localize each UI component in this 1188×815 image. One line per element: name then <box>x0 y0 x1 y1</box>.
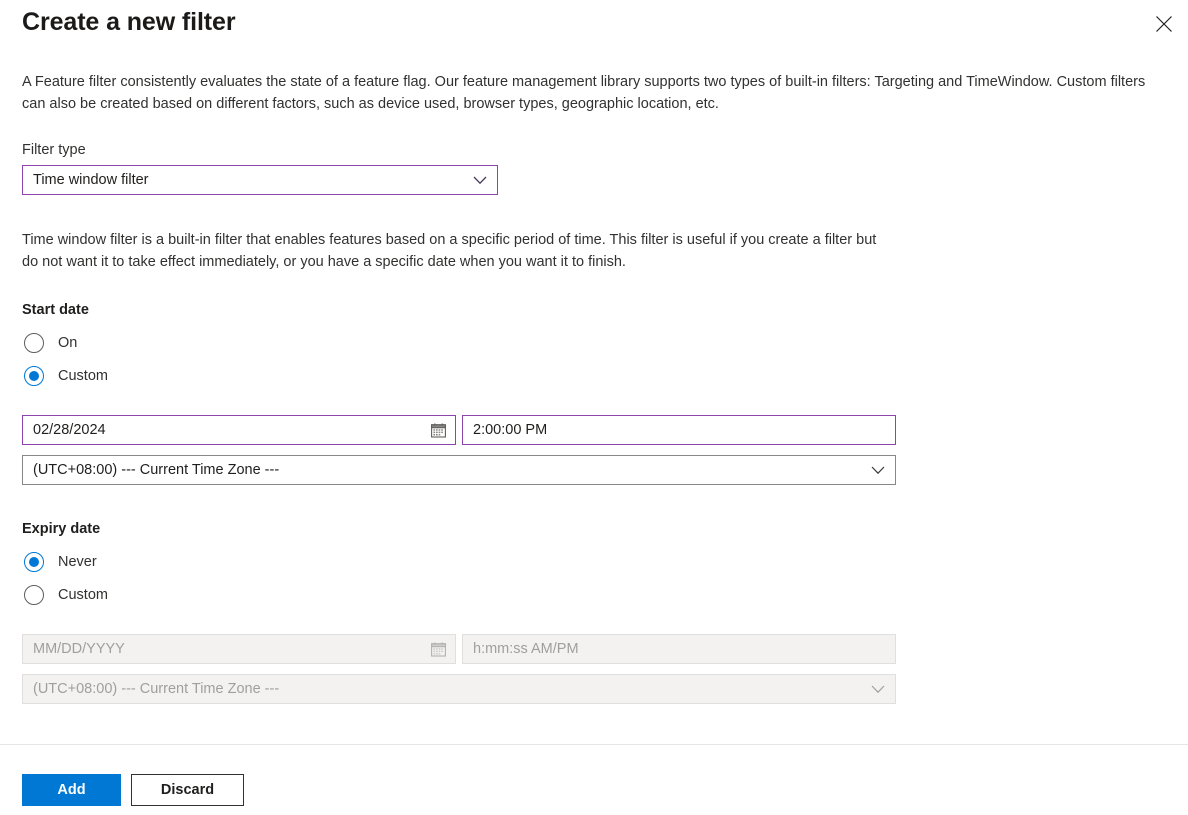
start-date-radio-on[interactable]: On <box>24 330 77 356</box>
discard-button[interactable]: Discard <box>131 774 244 806</box>
calendar-icon-glyph <box>430 642 446 657</box>
filter-type-description: Time window filter is a built-in filter … <box>22 232 877 270</box>
expiry-date-radio-custom-label: Custom <box>58 587 108 603</box>
radio-indicator <box>24 333 44 353</box>
start-date-radio-custom[interactable]: Custom <box>24 363 108 389</box>
expiry-date-radio-never[interactable]: Never <box>24 549 97 575</box>
expiry-timezone-select: (UTC+08:00) --- Current Time Zone --- <box>22 674 896 704</box>
expiry-date-heading: Expiry date <box>22 521 101 537</box>
radio-indicator <box>24 366 44 386</box>
filter-type-value: Time window filter <box>33 172 149 188</box>
filter-type-label: Filter type <box>22 142 86 158</box>
expiry-timezone-value: (UTC+08:00) --- Current Time Zone --- <box>33 681 280 697</box>
start-date-input[interactable]: 02/28/2024 <box>22 415 456 445</box>
start-timezone-select[interactable]: (UTC+08:00) --- Current Time Zone --- <box>22 455 896 485</box>
expiry-time-placeholder: h:mm:ss AM/PM <box>473 641 579 657</box>
calendar-icon[interactable] <box>427 419 449 441</box>
start-time-value: 2:00:00 PM <box>473 422 548 438</box>
footer-divider <box>0 744 1188 745</box>
radio-indicator <box>24 552 44 572</box>
close-icon[interactable] <box>1146 6 1182 42</box>
add-button[interactable]: Add <box>22 774 121 806</box>
panel-description: A Feature filter consistently evaluates … <box>22 74 1146 112</box>
expiry-date-input: MM/DD/YYYY <box>22 634 456 664</box>
chevron-down-icon <box>869 680 887 698</box>
expiry-date-placeholder: MM/DD/YYYY <box>33 641 125 657</box>
calendar-icon-glyph <box>430 423 446 438</box>
create-filter-panel: Create a new filter A Feature filter con… <box>0 0 1188 815</box>
radio-indicator <box>24 585 44 605</box>
calendar-icon <box>427 638 449 660</box>
expiry-date-radio-custom[interactable]: Custom <box>24 582 108 608</box>
expiry-time-input: h:mm:ss AM/PM <box>462 634 896 664</box>
start-timezone-value: (UTC+08:00) --- Current Time Zone --- <box>33 462 280 478</box>
start-date-radio-on-label: On <box>58 335 78 351</box>
start-time-input[interactable]: 2:00:00 PM <box>462 415 896 445</box>
expiry-date-radio-never-label: Never <box>58 554 97 570</box>
start-date-radio-custom-label: Custom <box>58 368 108 384</box>
start-date-value: 02/28/2024 <box>33 422 106 438</box>
chevron-down-icon <box>471 171 489 189</box>
filter-type-select[interactable]: Time window filter <box>22 165 498 195</box>
page-title: Create a new filter <box>22 8 236 36</box>
start-date-heading: Start date <box>22 302 89 318</box>
close-icon-glyph <box>1156 16 1172 32</box>
chevron-down-icon <box>869 461 887 479</box>
